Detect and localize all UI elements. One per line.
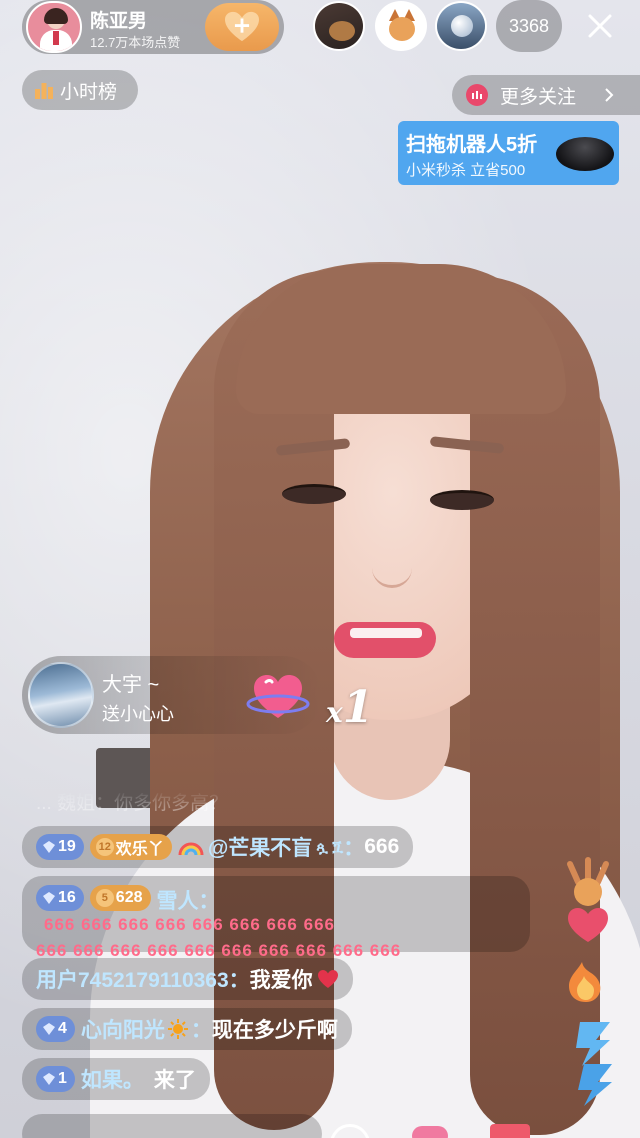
level-value: 19 (58, 838, 76, 855)
chat-message[interactable]: 16 5 628 雪人 ： 666 666 666 666 666 666 66… (22, 876, 530, 960)
chat-message[interactable]: 19 12 欢乐丫 @芒果不盲 ጷ ጟ ： 666 (22, 826, 414, 868)
close-button[interactable] (578, 4, 622, 48)
like-button[interactable] (412, 1126, 448, 1138)
floating-like-effect (567, 857, 609, 942)
username-decoration: ጷ ጟ (316, 838, 344, 856)
hourly-rank-button[interactable]: 小时榜 (22, 70, 138, 110)
rank-bars-icon (35, 83, 53, 99)
sun-icon (167, 1019, 188, 1039)
red-heart-icon (317, 970, 338, 988)
colon: ： (198, 890, 220, 913)
close-icon (588, 14, 612, 38)
level-gem-icon (43, 892, 55, 904)
gift-sender-name: 大宇 ~ (102, 674, 160, 696)
eye-left (282, 484, 346, 504)
fox-face (389, 17, 415, 41)
chat-username[interactable]: 心向阳光 (81, 1014, 165, 1044)
user-level-badge: 19 (36, 834, 84, 860)
level-gem-icon (43, 841, 55, 853)
chat-text-line1: 666 666 666 666 666 666 666 666 (44, 915, 335, 934)
pearl-shape (451, 15, 473, 37)
robot-vacuum-image (556, 137, 614, 171)
chat-message[interactable]: 用户7452179110363 ： 我爱你 (22, 958, 353, 1000)
chat-faded-message: ... 魏姐：你多你多高？ (36, 793, 229, 814)
user-level-badge: 1 (36, 1066, 75, 1092)
fan-level: 12 (95, 838, 114, 856)
chat-message[interactable]: 1 如果。 来了 (22, 1058, 210, 1100)
avatar-tie (53, 31, 59, 45)
more-follow-button[interactable]: 更多关注 (452, 75, 640, 115)
rainbow-icon (178, 842, 204, 856)
viewer-avatar[interactable] (313, 1, 365, 51)
fan-club-tag: 628 (115, 889, 143, 906)
comment-input[interactable] (22, 1114, 322, 1138)
host-avatar[interactable] (26, 1, 82, 53)
fan-level: 5 (95, 889, 114, 907)
level-value: 16 (58, 889, 76, 906)
heart-plus-icon (225, 11, 259, 42)
gift-action: 送小心心 (102, 704, 174, 724)
chat-text: 现在多少斤啊 (211, 1019, 338, 1042)
fan-club-badge: 12 欢乐丫 (89, 834, 172, 860)
host-name: 陈亚男 (90, 11, 148, 32)
hourly-rank-label: 小时榜 (60, 81, 118, 103)
chat-text: 我爱你 (249, 969, 313, 992)
more-follow-label: 更多关注 (500, 86, 577, 108)
chat-text: 来了 (153, 1069, 196, 1092)
promo-subtitle: 小米秒杀 立省500 (406, 162, 526, 179)
user-level-badge: 4 (36, 1016, 75, 1042)
colon: ： (343, 837, 365, 860)
teeth (350, 628, 422, 638)
colon: ： (190, 1019, 212, 1042)
level-value: 4 (58, 1020, 67, 1037)
promo-title: 扫拖机器人5折 (406, 134, 538, 156)
fan-club-badge: 5 628 (89, 885, 151, 911)
chat-username[interactable]: @芒果不盲 (208, 832, 312, 862)
viewer-avatar[interactable] (375, 1, 427, 51)
viewer-count[interactable]: 3368 (496, 0, 562, 52)
guitar-shape (329, 21, 355, 41)
live-dot-icon (466, 84, 488, 106)
planet-heart-icon (246, 675, 310, 718)
gift-button[interactable] (490, 1124, 530, 1138)
live-bars-icon (472, 91, 482, 99)
host-likes: 12.7万本场点赞 (90, 35, 181, 50)
viewer-avatar[interactable] (435, 1, 487, 51)
gift-combo: x1 (326, 682, 373, 733)
floating-fire-effect (569, 962, 601, 1002)
follow-button[interactable] (205, 3, 279, 51)
colon: ： (228, 969, 250, 992)
user-level-badge: 16 (36, 885, 84, 911)
promo-card[interactable]: 扫拖机器人5折 小米秒杀 立省500 (398, 121, 619, 185)
eye-right (430, 490, 494, 510)
chat-text: 666 (364, 835, 400, 858)
combo-prefix: x (326, 696, 343, 729)
level-gem-icon (43, 1073, 55, 1085)
level-value: 1 (58, 1070, 67, 1087)
chat-username[interactable]: 用户7452179110363 (36, 964, 229, 994)
gift-sender-avatar[interactable] (28, 662, 94, 728)
chat-username[interactable]: 如果。 (81, 1064, 144, 1094)
level-gem-icon (43, 1023, 55, 1035)
fan-club-tag: 欢乐丫 (115, 841, 164, 858)
chat-message[interactable]: 4 心向阳光 ： 现在多少斤啊 (22, 1008, 352, 1050)
combo-count: 1 (342, 682, 374, 733)
floating-lightning-effect (576, 1022, 612, 1106)
avatar-hair (44, 8, 68, 24)
chat-username[interactable]: 雪人 (157, 885, 199, 915)
chevron-right-icon (605, 88, 614, 102)
